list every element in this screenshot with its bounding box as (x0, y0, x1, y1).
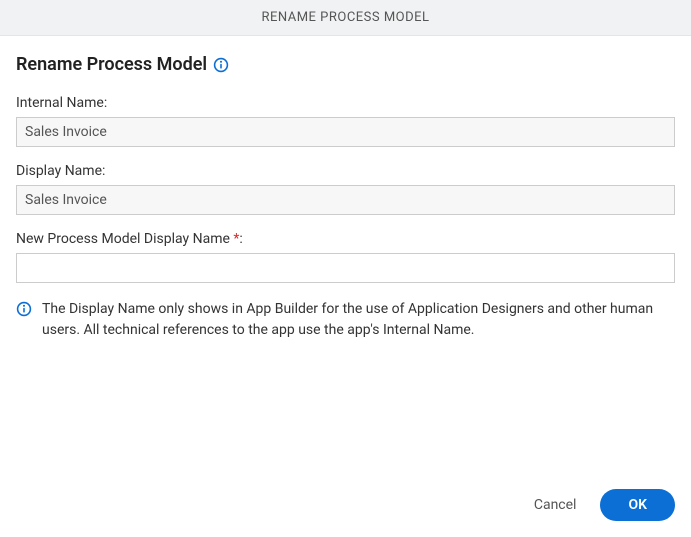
dialog-footer: Cancel OK (0, 477, 691, 537)
info-note-text: The Display Name only shows in App Build… (42, 299, 675, 341)
info-note: The Display Name only shows in App Build… (16, 299, 675, 341)
page-title: Rename Process Model (16, 54, 207, 75)
cancel-button[interactable]: Cancel (530, 489, 581, 521)
new-display-name-label: New Process Model Display Name *: (16, 231, 675, 247)
field-display-name: Display Name: (16, 163, 675, 215)
display-name-input (16, 185, 675, 215)
new-display-name-label-suffix: : (239, 231, 242, 247)
dialog-header: RENAME PROCESS MODEL (0, 0, 691, 36)
field-new-display-name: New Process Model Display Name *: (16, 231, 675, 283)
display-name-label: Display Name: (16, 163, 675, 179)
internal-name-label: Internal Name: (16, 95, 675, 111)
new-display-name-label-prefix: New Process Model Display Name (16, 231, 233, 247)
dialog-title-row: Rename Process Model (16, 54, 675, 75)
field-internal-name: Internal Name: (16, 95, 675, 147)
info-icon[interactable] (213, 57, 229, 73)
ok-button[interactable]: OK (600, 489, 675, 521)
dialog-header-title: RENAME PROCESS MODEL (261, 10, 429, 25)
dialog-body: Rename Process Model Internal Name: Disp… (0, 36, 691, 477)
info-icon (16, 299, 32, 341)
internal-name-input (16, 117, 675, 147)
new-display-name-input[interactable] (16, 253, 675, 283)
